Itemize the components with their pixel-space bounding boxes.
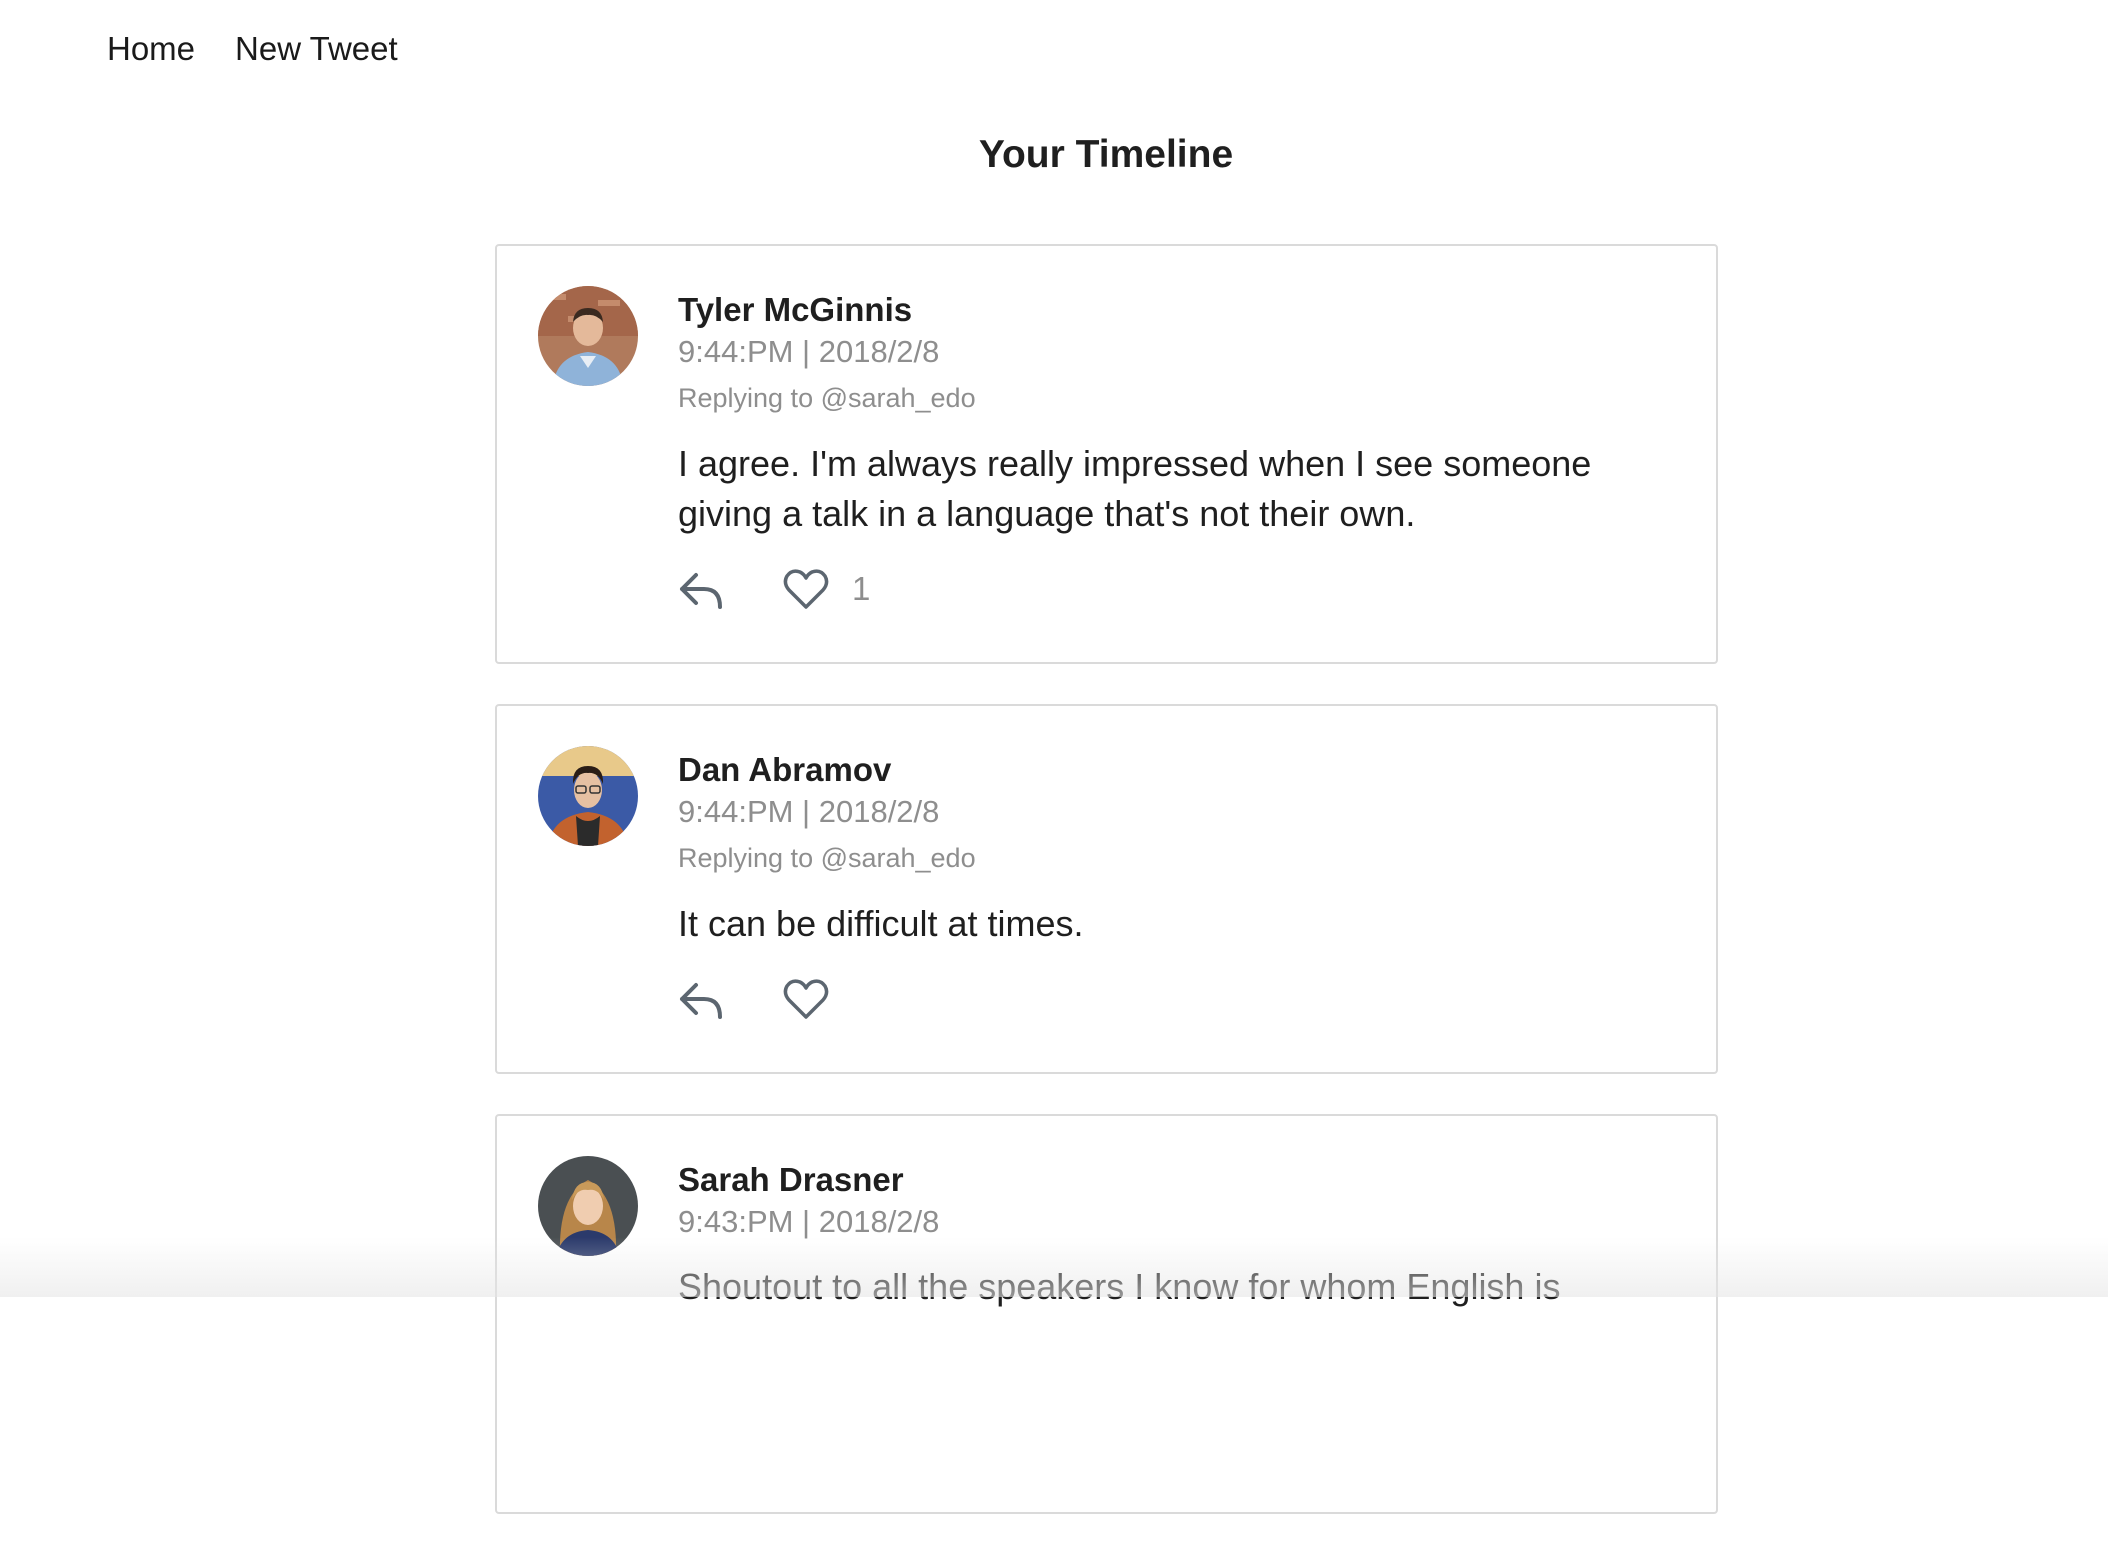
timeline: Tyler McGinnis 9:44:PM | 2018/2/8 Replyi… (495, 244, 1718, 1554)
reply-icon (678, 977, 726, 1021)
tweet-timestamp: 9:44:PM | 2018/2/8 (678, 790, 1656, 834)
avatar[interactable] (538, 746, 638, 846)
like-count: 1 (852, 570, 870, 608)
tweet-actions: 1 (678, 564, 1656, 614)
tweet-card[interactable]: Sarah Drasner 9:43:PM | 2018/2/8 Shoutou… (495, 1114, 1718, 1514)
tweet-body: Sarah Drasner 9:43:PM | 2018/2/8 Shoutou… (678, 1160, 1656, 1312)
reply-button[interactable] (678, 977, 782, 1021)
tweet-body: Dan Abramov 9:44:PM | 2018/2/8 Replying … (678, 750, 1656, 1024)
reply-icon (678, 567, 726, 611)
avatar[interactable] (538, 1156, 638, 1256)
tweet-actions (678, 974, 1656, 1024)
tweet-reply-to[interactable]: Replying to @sarah_edo (678, 376, 1656, 420)
tweet-text: It can be difficult at times. (678, 899, 1656, 949)
tweet-card[interactable]: Dan Abramov 9:44:PM | 2018/2/8 Replying … (495, 704, 1718, 1074)
avatar-dan-image (538, 746, 638, 846)
tweet-timestamp: 9:44:PM | 2018/2/8 (678, 330, 1656, 374)
tweet-card[interactable]: Tyler McGinnis 9:44:PM | 2018/2/8 Replyi… (495, 244, 1718, 664)
avatar[interactable] (538, 286, 638, 386)
tweet-author[interactable]: Dan Abramov (678, 750, 1656, 790)
tweet-text: I agree. I'm always really impressed whe… (678, 439, 1656, 539)
tweet-body: Tyler McGinnis 9:44:PM | 2018/2/8 Replyi… (678, 290, 1656, 614)
heart-icon (782, 567, 830, 611)
avatar-sarah-image (538, 1156, 638, 1256)
nav-home-link[interactable]: Home (107, 30, 195, 68)
like-button[interactable] (782, 977, 852, 1021)
page-title: Your Timeline (0, 133, 2108, 177)
tweet-timestamp: 9:43:PM | 2018/2/8 (678, 1200, 1656, 1244)
like-button[interactable]: 1 (782, 567, 870, 611)
tweet-author[interactable]: Sarah Drasner (678, 1160, 1656, 1200)
tweet-reply-to[interactable]: Replying to @sarah_edo (678, 836, 1656, 880)
tweet-author[interactable]: Tyler McGinnis (678, 290, 1656, 330)
heart-icon (782, 977, 830, 1021)
avatar-tyler-image (538, 286, 638, 386)
reply-button[interactable] (678, 567, 782, 611)
top-nav: Home New Tweet (107, 30, 398, 68)
nav-new-tweet-link[interactable]: New Tweet (235, 30, 398, 68)
tweet-text: Shoutout to all the speakers I know for … (678, 1262, 1656, 1312)
